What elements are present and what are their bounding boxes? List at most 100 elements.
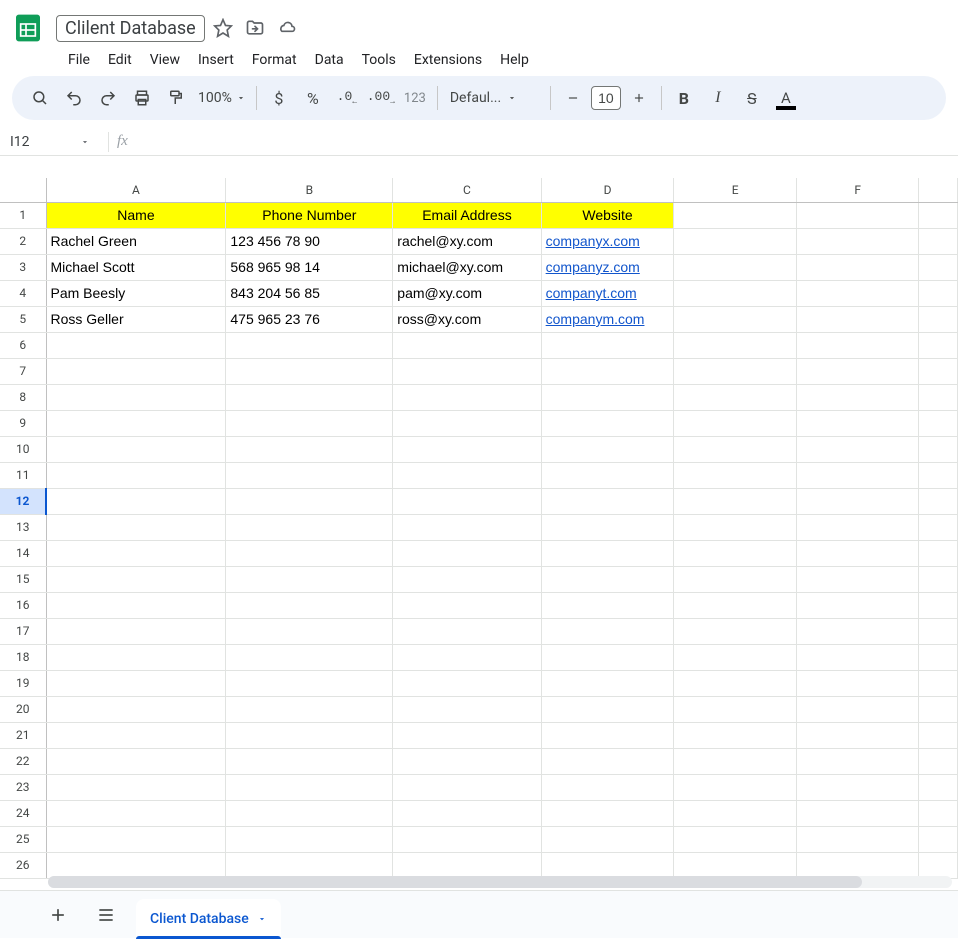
cell[interactable] xyxy=(541,696,674,722)
cell[interactable] xyxy=(674,488,796,514)
cell[interactable] xyxy=(393,748,541,774)
cell[interactable] xyxy=(674,774,796,800)
currency-icon[interactable]: $ xyxy=(263,83,295,113)
cell[interactable] xyxy=(46,592,226,618)
cell[interactable] xyxy=(796,436,918,462)
cell[interactable] xyxy=(796,384,918,410)
cell[interactable] xyxy=(796,618,918,644)
cell[interactable] xyxy=(541,618,674,644)
cell[interactable] xyxy=(919,644,958,670)
row-header[interactable]: 10 xyxy=(0,436,46,462)
column-header[interactable]: A xyxy=(46,178,226,202)
cell[interactable]: companyz.com xyxy=(541,254,674,280)
cell[interactable] xyxy=(541,358,674,384)
undo-icon[interactable] xyxy=(58,83,90,113)
cell[interactable] xyxy=(796,722,918,748)
cell[interactable] xyxy=(393,462,541,488)
cell[interactable] xyxy=(393,592,541,618)
cell[interactable] xyxy=(674,254,796,280)
menu-data[interactable]: Data xyxy=(307,48,352,72)
cell[interactable] xyxy=(919,332,958,358)
row-header[interactable]: 21 xyxy=(0,722,46,748)
cell[interactable]: Name xyxy=(46,202,226,228)
cell[interactable]: companym.com xyxy=(541,306,674,332)
cell[interactable] xyxy=(919,228,958,254)
cell[interactable] xyxy=(46,852,226,878)
cell[interactable] xyxy=(46,826,226,852)
cell[interactable]: michael@xy.com xyxy=(393,254,541,280)
cell[interactable] xyxy=(393,384,541,410)
cell[interactable] xyxy=(46,384,226,410)
menu-file[interactable]: File xyxy=(60,48,98,72)
column-header[interactable]: E xyxy=(674,178,796,202)
cell[interactable] xyxy=(674,670,796,696)
cell[interactable] xyxy=(919,436,958,462)
cell[interactable] xyxy=(541,514,674,540)
cell[interactable] xyxy=(226,462,393,488)
cell[interactable] xyxy=(226,826,393,852)
cell[interactable] xyxy=(393,566,541,592)
cell[interactable] xyxy=(796,280,918,306)
cell[interactable]: 475 965 23 76 xyxy=(226,306,393,332)
cell[interactable] xyxy=(919,670,958,696)
menu-view[interactable]: View xyxy=(142,48,188,72)
cell[interactable] xyxy=(46,774,226,800)
cell[interactable] xyxy=(796,358,918,384)
cell[interactable]: pam@xy.com xyxy=(393,280,541,306)
strikethrough-icon[interactable]: S xyxy=(736,83,768,113)
cloud-status-icon[interactable] xyxy=(277,18,297,38)
cell[interactable] xyxy=(796,748,918,774)
star-icon[interactable] xyxy=(213,18,233,38)
cell[interactable] xyxy=(226,566,393,592)
cell[interactable] xyxy=(919,410,958,436)
row-header[interactable]: 14 xyxy=(0,540,46,566)
cell[interactable] xyxy=(541,800,674,826)
search-menus-icon[interactable] xyxy=(24,83,56,113)
cell[interactable] xyxy=(796,670,918,696)
cell[interactable] xyxy=(919,852,958,878)
move-icon[interactable] xyxy=(245,18,265,38)
cell[interactable] xyxy=(674,436,796,462)
cell[interactable] xyxy=(674,384,796,410)
text-color-icon[interactable]: A xyxy=(770,83,802,113)
select-all-corner[interactable] xyxy=(0,178,46,202)
cell[interactable] xyxy=(919,774,958,800)
cell[interactable] xyxy=(226,696,393,722)
cell[interactable] xyxy=(46,748,226,774)
cell[interactable] xyxy=(541,774,674,800)
cell[interactable]: 843 204 56 85 xyxy=(226,280,393,306)
cell[interactable] xyxy=(46,696,226,722)
cell[interactable] xyxy=(541,670,674,696)
cell[interactable] xyxy=(796,202,918,228)
row-header[interactable]: 18 xyxy=(0,644,46,670)
cell[interactable] xyxy=(46,358,226,384)
cell[interactable] xyxy=(919,384,958,410)
cell[interactable] xyxy=(393,852,541,878)
row-header[interactable]: 20 xyxy=(0,696,46,722)
row-header[interactable]: 11 xyxy=(0,462,46,488)
cell[interactable] xyxy=(919,254,958,280)
menu-extensions[interactable]: Extensions xyxy=(406,48,490,72)
cell[interactable] xyxy=(796,410,918,436)
row-header[interactable]: 2 xyxy=(0,228,46,254)
row-header[interactable]: 13 xyxy=(0,514,46,540)
cell[interactable] xyxy=(541,384,674,410)
menu-format[interactable]: Format xyxy=(244,48,305,72)
cell[interactable]: companyx.com xyxy=(541,228,674,254)
cell[interactable] xyxy=(919,800,958,826)
cell[interactable]: Phone Number xyxy=(226,202,393,228)
decrease-decimal-icon[interactable]: .0← xyxy=(331,83,363,113)
cell[interactable] xyxy=(541,410,674,436)
row-header[interactable]: 6 xyxy=(0,332,46,358)
cell[interactable] xyxy=(796,696,918,722)
cell[interactable]: Pam Beesly xyxy=(46,280,226,306)
cell[interactable]: rachel@xy.com xyxy=(393,228,541,254)
cell[interactable] xyxy=(226,748,393,774)
cell[interactable] xyxy=(796,826,918,852)
cell[interactable] xyxy=(541,644,674,670)
cell[interactable] xyxy=(919,306,958,332)
font-size-input[interactable] xyxy=(591,86,621,110)
cell[interactable] xyxy=(226,670,393,696)
cell[interactable] xyxy=(226,592,393,618)
cell[interactable] xyxy=(393,488,541,514)
